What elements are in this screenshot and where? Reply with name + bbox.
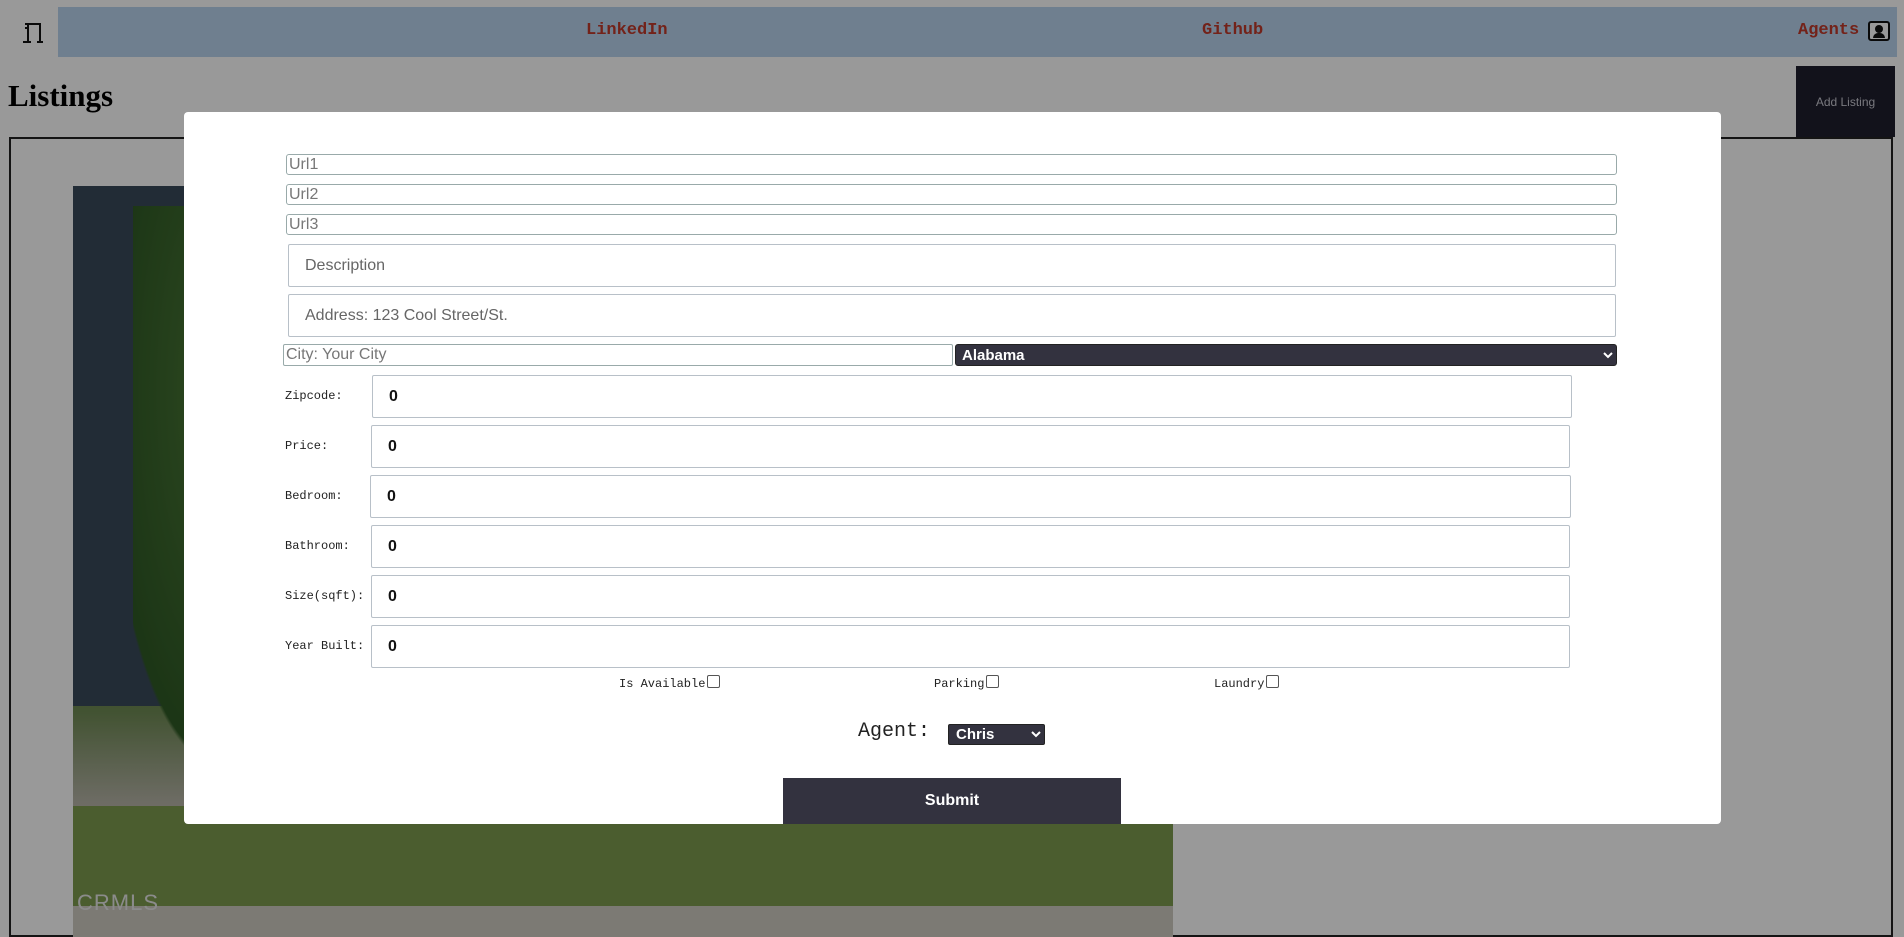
price-input[interactable] (371, 425, 1570, 468)
add-listing-modal: Alabama Zipcode: Price: Bedroom: Bathroo… (184, 112, 1721, 824)
bedroom-label: Bedroom: (285, 489, 343, 503)
is-available-checkbox-group: Is Available (619, 674, 721, 691)
bedroom-input[interactable] (370, 475, 1571, 518)
is-available-label: Is Available (619, 677, 706, 691)
agent-label: Agent: (858, 720, 931, 743)
parking-checkbox[interactable] (986, 674, 1000, 688)
size-sqft-input[interactable] (371, 575, 1570, 618)
address-input[interactable] (288, 294, 1616, 337)
submit-button[interactable]: Submit (783, 778, 1121, 824)
state-select[interactable]: Alabama (955, 344, 1617, 366)
laundry-checkbox-group: Laundry (1214, 674, 1280, 691)
year-built-label: Year Built: (285, 639, 365, 653)
is-available-checkbox[interactable] (707, 674, 721, 688)
laundry-checkbox[interactable] (1266, 674, 1280, 688)
url1-input[interactable] (286, 154, 1617, 175)
year-built-input[interactable] (371, 625, 1570, 668)
zipcode-label: Zipcode: (285, 389, 343, 403)
url3-input[interactable] (286, 214, 1617, 235)
parking-label: Parking (934, 677, 985, 691)
agent-select[interactable]: Chris (948, 724, 1045, 745)
price-label: Price: (285, 439, 329, 453)
zipcode-input[interactable] (372, 375, 1572, 418)
url2-input[interactable] (286, 184, 1617, 205)
size-sqft-label: Size(sqft): (285, 589, 365, 603)
bathroom-label: Bathroom: (285, 539, 350, 553)
city-input[interactable] (283, 344, 953, 366)
parking-checkbox-group: Parking (934, 674, 1000, 691)
description-input[interactable] (288, 244, 1616, 287)
bathroom-input[interactable] (371, 525, 1570, 568)
laundry-label: Laundry (1214, 677, 1265, 691)
